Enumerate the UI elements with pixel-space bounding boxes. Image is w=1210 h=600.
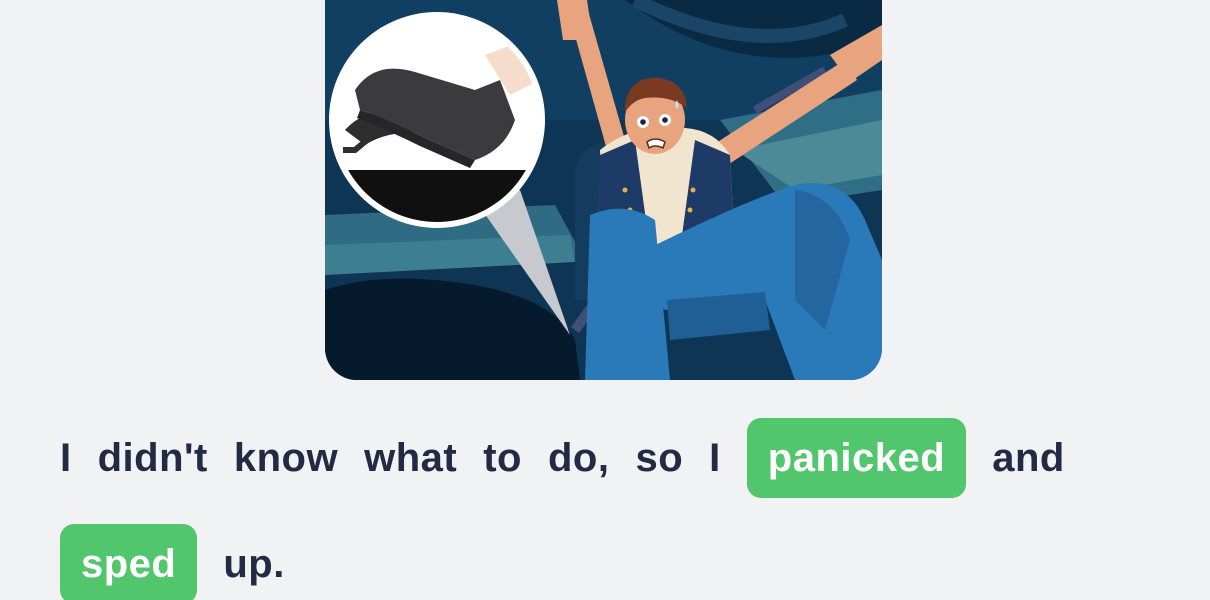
word: I (60, 435, 72, 480)
sentence-line-2: sped up. (60, 518, 1170, 600)
sentence-line-1: I didn't know what to do, so I panicked … (60, 412, 1170, 504)
word: do, (548, 435, 610, 480)
word: know (233, 435, 339, 480)
lesson-card: I didn't know what to do, so I panicked … (0, 0, 1210, 600)
lesson-sentence: I didn't know what to do, so I panicked … (60, 412, 1170, 600)
word: what (364, 435, 458, 480)
word: and (992, 435, 1065, 480)
word: I (709, 435, 721, 480)
word: didn't (97, 435, 208, 480)
word: to (483, 435, 522, 480)
word: so (635, 435, 684, 480)
answer-chip-panicked[interactable]: panicked (746, 418, 967, 498)
driver-panic-illustration (325, 0, 882, 380)
word: up. (223, 541, 285, 586)
answer-chip-sped[interactable]: sped (60, 524, 198, 600)
